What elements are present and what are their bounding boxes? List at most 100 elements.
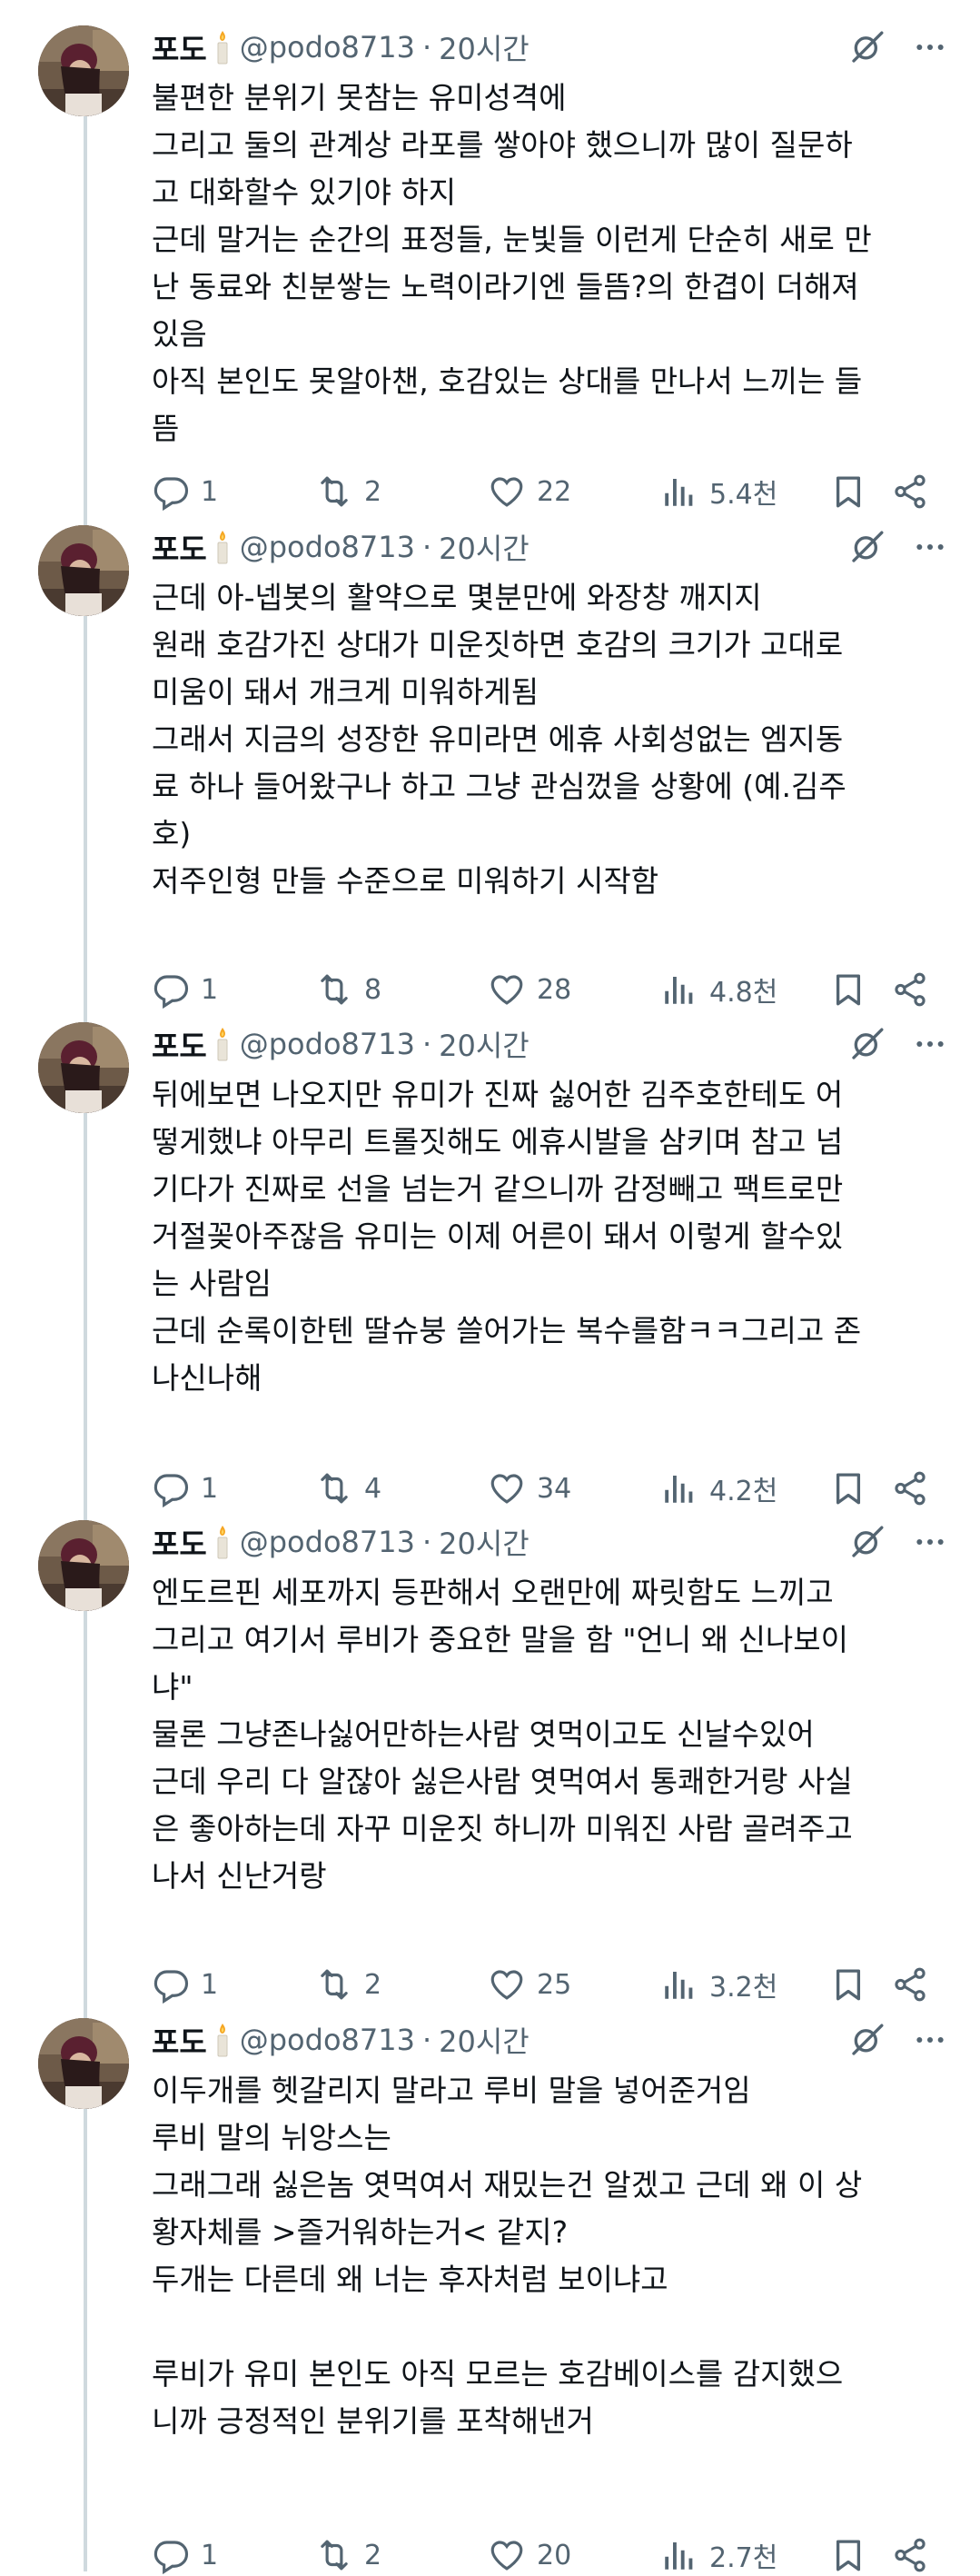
views-count: 4.8천 bbox=[709, 977, 778, 1009]
avatar[interactable] bbox=[38, 2018, 129, 2109]
share-icon bbox=[891, 472, 940, 511]
share-icon bbox=[891, 2536, 940, 2574]
more-options-icon[interactable] bbox=[909, 29, 951, 65]
like-count: 22 bbox=[537, 475, 572, 508]
views-icon bbox=[660, 472, 709, 511]
tweet-header: 포도 @podo8713 · 20시간 bbox=[152, 1024, 955, 1064]
grok-icon[interactable] bbox=[849, 1524, 886, 1560]
like-button[interactable]: 20 bbox=[488, 2534, 571, 2576]
more-options-icon[interactable] bbox=[909, 1026, 951, 1062]
grok-icon[interactable] bbox=[849, 529, 886, 565]
author-name[interactable]: 포도 bbox=[152, 1022, 207, 1066]
grok-icon[interactable] bbox=[849, 2022, 886, 2058]
reply-icon bbox=[152, 472, 201, 511]
timestamp[interactable]: 20시간 bbox=[439, 2019, 530, 2061]
separator-dot: · bbox=[421, 1525, 432, 1559]
action-bar: 1 2 20 2.7천 bbox=[152, 2534, 955, 2576]
repost-button[interactable]: 8 bbox=[315, 969, 381, 1010]
reply-button[interactable]: 1 bbox=[152, 2534, 218, 2576]
author-name[interactable]: 포도 bbox=[152, 2018, 207, 2062]
timestamp[interactable]: 20시간 bbox=[439, 526, 530, 568]
views-button[interactable]: 4.8천 bbox=[660, 969, 777, 1010]
grok-icon[interactable] bbox=[849, 29, 886, 65]
repost-count: 8 bbox=[364, 973, 382, 1006]
bookmark-button[interactable] bbox=[829, 471, 878, 512]
more-options-icon[interactable] bbox=[909, 529, 951, 565]
views-button[interactable]: 4.2천 bbox=[660, 1467, 777, 1509]
like-button[interactable]: 28 bbox=[488, 969, 571, 1010]
reply-button[interactable]: 1 bbox=[152, 969, 218, 1010]
candle-icon bbox=[214, 1026, 231, 1062]
reply-button[interactable]: 1 bbox=[152, 471, 218, 512]
more-options-icon[interactable] bbox=[909, 2022, 951, 2058]
author-handle[interactable]: @podo8713 bbox=[240, 1027, 415, 1061]
bookmark-button[interactable] bbox=[829, 1964, 878, 2005]
author-handle[interactable]: @podo8713 bbox=[240, 2023, 415, 2057]
tweet: 포도 @podo8713 · 20시간 불편한 분위기 못참는 유미성격에 그리고 둘의… bbox=[0, 25, 980, 516]
repost-button[interactable]: 2 bbox=[315, 1964, 381, 2005]
avatar[interactable] bbox=[38, 25, 129, 116]
repost-icon bbox=[315, 1965, 364, 2004]
views-button[interactable]: 2.7천 bbox=[660, 2534, 777, 2576]
avatar[interactable] bbox=[38, 1520, 129, 1611]
separator-dot: · bbox=[421, 530, 432, 564]
share-icon bbox=[891, 970, 940, 1009]
bookmark-button[interactable] bbox=[829, 2534, 878, 2576]
share-button[interactable] bbox=[891, 1467, 940, 1509]
views-icon bbox=[660, 970, 709, 1009]
action-bar: 1 2 22 5.4천 bbox=[152, 471, 955, 512]
repost-button[interactable]: 4 bbox=[315, 1467, 381, 1509]
like-button[interactable]: 25 bbox=[488, 1964, 571, 2005]
tweet-header: 포도 @podo8713 · 20시간 bbox=[152, 27, 955, 67]
avatar[interactable] bbox=[38, 1022, 129, 1113]
timestamp[interactable]: 20시간 bbox=[439, 1023, 530, 1065]
tweet: 포도 @podo8713 · 20시간근데 아-넵봇의 활약으로 몇분만에 와장창 깨… bbox=[0, 525, 980, 1016]
like-icon bbox=[488, 1469, 537, 1507]
reply-button[interactable]: 1 bbox=[152, 1467, 218, 1509]
like-button[interactable]: 34 bbox=[488, 1467, 571, 1509]
views-button[interactable]: 5.4천 bbox=[660, 471, 777, 512]
like-icon bbox=[488, 1965, 537, 2004]
timestamp[interactable]: 20시간 bbox=[439, 26, 530, 68]
tweet: 포도 @podo8713 · 20시간 뒤에보면 나오지만 유미가 진짜 싫어한 김주호… bbox=[0, 1022, 980, 1513]
separator-dot: · bbox=[421, 2023, 432, 2057]
share-button[interactable] bbox=[891, 969, 940, 1010]
more-options-icon[interactable] bbox=[909, 1524, 951, 1560]
like-icon bbox=[488, 970, 537, 1009]
reply-icon bbox=[152, 1469, 201, 1507]
repost-button[interactable]: 2 bbox=[315, 471, 381, 512]
timestamp[interactable]: 20시간 bbox=[439, 1521, 530, 1563]
share-button[interactable] bbox=[891, 2534, 940, 2576]
views-button[interactable]: 3.2천 bbox=[660, 1964, 777, 2005]
reply-count: 1 bbox=[201, 1472, 219, 1505]
author-name[interactable]: 포도 bbox=[152, 1520, 207, 1564]
reply-button[interactable]: 1 bbox=[152, 1964, 218, 2005]
grok-icon[interactable] bbox=[849, 1026, 886, 1062]
tweet-header: 포도 @podo8713 · 20시간 bbox=[152, 527, 955, 567]
repost-icon bbox=[315, 472, 364, 511]
like-button[interactable]: 22 bbox=[488, 471, 571, 512]
tweet-text: 근데 아-넵봇의 활약으로 몇분만에 와장창 깨지지 원래 호감가진 상대가 미… bbox=[152, 580, 846, 899]
author-handle[interactable]: @podo8713 bbox=[240, 1525, 415, 1559]
author-name[interactable]: 포도 bbox=[152, 25, 207, 69]
avatar[interactable] bbox=[38, 525, 129, 616]
separator-dot: · bbox=[421, 1027, 432, 1061]
views-icon bbox=[660, 2536, 709, 2574]
views-count: 3.2천 bbox=[709, 1972, 778, 2004]
reply-icon bbox=[152, 2536, 201, 2574]
share-icon bbox=[891, 1965, 940, 2004]
author-handle[interactable]: @podo8713 bbox=[240, 30, 415, 65]
like-count: 34 bbox=[537, 1472, 572, 1505]
candle-icon bbox=[214, 1524, 231, 1560]
author-name[interactable]: 포도 bbox=[152, 525, 207, 569]
tweet: 포도 @podo8713 · 20시간 이두개를 헷갈리지 말라고 루비 말을 넣어준거… bbox=[0, 2018, 980, 2574]
bookmark-button[interactable] bbox=[829, 1467, 878, 1509]
candle-icon bbox=[214, 29, 231, 65]
share-button[interactable] bbox=[891, 1964, 940, 2005]
repost-button[interactable]: 2 bbox=[315, 2534, 381, 2576]
bookmark-button[interactable] bbox=[829, 969, 878, 1010]
share-button[interactable] bbox=[891, 471, 940, 512]
bookmark-icon bbox=[829, 970, 878, 1009]
views-count: 5.4천 bbox=[709, 479, 778, 511]
author-handle[interactable]: @podo8713 bbox=[240, 530, 415, 564]
